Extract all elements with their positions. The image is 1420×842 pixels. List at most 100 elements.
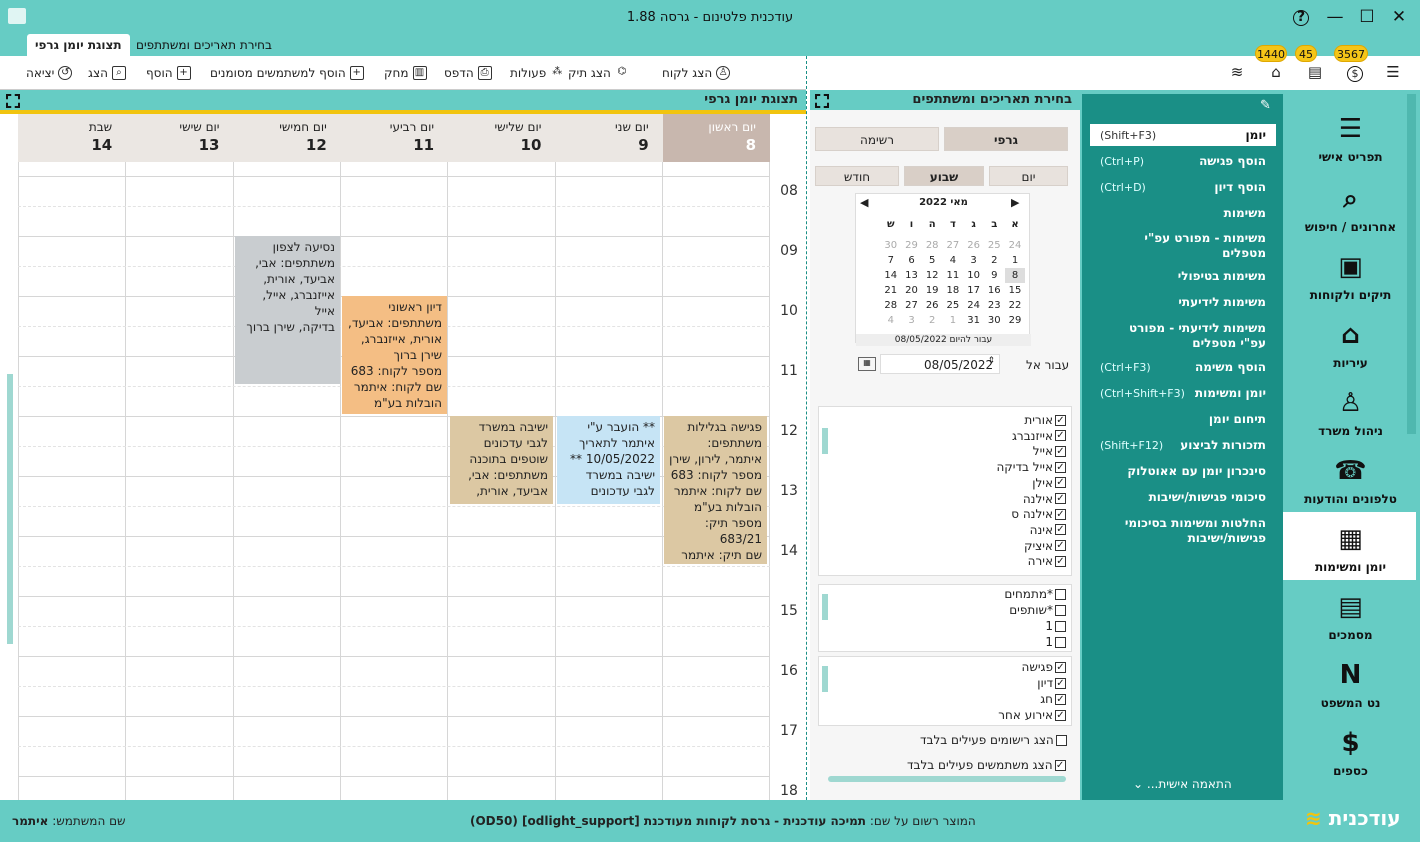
nav-item[interactable]: ▤ מסמכים xyxy=(1285,590,1416,642)
calendar-day[interactable]: 13 xyxy=(902,268,922,283)
checkbox-type[interactable]: ✓ אירוע אחר xyxy=(998,707,1066,723)
menu-hamburger-icon[interactable]: ☰ xyxy=(1383,62,1403,82)
calendar-day[interactable]: 26 xyxy=(922,298,942,313)
calendar-event[interactable]: דיון ראשוני משתתפים: אביעד, אורית, אייזנ… xyxy=(342,296,447,414)
calendar-day[interactable]: 23 xyxy=(984,298,1004,313)
nav-item[interactable]: $ כספים xyxy=(1285,726,1416,778)
menu-item[interactable]: משימות - מפורט עפ"י מטפלים xyxy=(1090,231,1266,261)
checkbox-user[interactable]: ✓ אייל בדיקה xyxy=(996,459,1066,475)
calendar-day[interactable]: 14 xyxy=(881,268,901,283)
calendar-day[interactable]: 16 xyxy=(984,283,1004,298)
stack-icon[interactable]: ≋ xyxy=(1227,62,1247,82)
checkbox-group[interactable]: 1 xyxy=(1045,618,1066,634)
maximize-button[interactable]: ☐ xyxy=(1350,4,1384,30)
calendar-day[interactable]: 24 xyxy=(1005,238,1025,253)
add-marked-users-button[interactable]: + הוסף למשתמשים מסומנים xyxy=(210,64,364,82)
checkbox-user[interactable]: ✓ אילנה ס xyxy=(1011,506,1066,522)
day-header[interactable]: יום שלישי 10 xyxy=(448,114,555,162)
checkbox-user[interactable]: ✓ אילן xyxy=(1032,475,1066,491)
week-button[interactable]: שבוע xyxy=(904,166,984,186)
checkbox-group[interactable]: *מתמחים xyxy=(1004,586,1066,602)
calendar-day[interactable]: 30 xyxy=(881,238,901,253)
calendar-event[interactable]: ** הועבר ע"י איתמר לתאריך 10/05/2022 ** … xyxy=(557,416,660,504)
calendar-day[interactable]: 4 xyxy=(943,253,963,268)
day-header[interactable]: יום שני 9 xyxy=(556,114,663,162)
goto-date-field[interactable]: 08/05/2022 ⇕ xyxy=(880,354,1000,374)
list-view-button[interactable]: רשימה xyxy=(815,127,939,151)
expand-icon[interactable] xyxy=(815,94,829,108)
tab-dates-participants[interactable]: בחירת תאריכים ומשתתפים xyxy=(128,34,280,56)
nav-item[interactable]: ⌂ עיריות xyxy=(1285,318,1416,370)
nav-item[interactable]: ♙ ניהול משרד xyxy=(1285,386,1416,438)
list-scrollbar[interactable] xyxy=(822,428,828,454)
calendar-event[interactable]: פגישה בגלילות משתתפים: איתמר, לירון, שיר… xyxy=(664,416,767,564)
calendar-day[interactable]: 27 xyxy=(943,238,963,253)
checkbox-user[interactable]: ✓ אינה xyxy=(1030,522,1066,538)
day-button[interactable]: יום xyxy=(989,166,1068,186)
day-header[interactable]: יום חמישי 12 xyxy=(234,114,341,162)
expand-icon[interactable] xyxy=(6,94,20,108)
calendar-day[interactable]: 20 xyxy=(902,283,922,298)
menu-item[interactable]: משימות לידיעתי - מפורט עפ"י מטפלים xyxy=(1090,321,1266,351)
goto-today-link[interactable]: עבור להיום 08/05/2022 xyxy=(856,334,1031,346)
calendar-day[interactable]: 25 xyxy=(984,238,1004,253)
calendar-day[interactable]: 29 xyxy=(1005,313,1025,328)
document-icon[interactable]: ▤ xyxy=(1305,62,1325,82)
show-client-button[interactable]: ♙ הצג לקוח xyxy=(662,64,731,82)
calendar-day[interactable]: 1 xyxy=(943,313,963,328)
month-button[interactable]: חודש xyxy=(815,166,899,186)
calendar-day[interactable]: 29 xyxy=(902,238,922,253)
menu-item[interactable]: משימות בטיפולי xyxy=(1090,269,1266,284)
calendar-day[interactable]: 12 xyxy=(922,268,942,283)
print-button[interactable]: ⎙ הדפס xyxy=(444,64,492,82)
nav-item[interactable]: ☰ תפריט אישי xyxy=(1285,112,1416,164)
calendar-day[interactable]: 28 xyxy=(922,238,942,253)
help-button[interactable]: ? xyxy=(1284,4,1318,30)
minimize-button[interactable]: — xyxy=(1318,4,1352,30)
calendar-day[interactable]: 31 xyxy=(964,313,984,328)
menu-item[interactable]: משימות xyxy=(1090,206,1266,221)
nav-item[interactable]: ▣ תיקים ולקוחות xyxy=(1285,250,1416,302)
calendar-day[interactable]: 10 xyxy=(964,268,984,283)
checkbox-user[interactable]: ✓ אירה xyxy=(1028,553,1066,569)
calendar-day[interactable]: 24 xyxy=(964,298,984,313)
calendar-day[interactable]: 4 xyxy=(881,313,901,328)
nav-item[interactable]: ▦ יומן ומשימות xyxy=(1285,522,1416,574)
checkbox-user[interactable]: ✓ אורית xyxy=(1024,412,1066,428)
calendar-day[interactable]: 15 xyxy=(1005,283,1025,298)
calendar-day[interactable]: 26 xyxy=(964,238,984,253)
checkbox-user[interactable]: ✓ אילנה xyxy=(1023,491,1066,507)
calendar-picker-icon[interactable]: ▦ xyxy=(858,357,876,371)
checkbox-user[interactable]: ✓ אייזנברג xyxy=(1012,428,1066,444)
calendar-day[interactable]: 6 xyxy=(902,253,922,268)
calendar-day[interactable]: 21 xyxy=(881,283,901,298)
calendar-day[interactable]: 7 xyxy=(881,253,901,268)
day-header[interactable]: יום רביעי 11 xyxy=(341,114,448,162)
prev-month-icon[interactable]: ▶ xyxy=(1011,196,1019,209)
calendar-day[interactable]: 22 xyxy=(1005,298,1025,313)
list-scrollbar[interactable] xyxy=(822,594,828,620)
nav-item[interactable]: ☎ טלפונים והודעות xyxy=(1285,454,1416,506)
tab-graphic-calendar[interactable]: תצוגת יומן גרפי xyxy=(27,34,130,56)
calendar-day[interactable]: 11 xyxy=(943,268,963,283)
checkbox-type[interactable]: ✓ חג xyxy=(1040,691,1066,707)
close-button[interactable]: ✕ xyxy=(1382,4,1416,30)
calendar-day[interactable]: 17 xyxy=(964,283,984,298)
day-header[interactable]: יום ראשון 8 xyxy=(663,114,770,162)
calendar-day[interactable]: 30 xyxy=(984,313,1004,328)
horizontal-scrollbar[interactable] xyxy=(828,776,1066,782)
calendar-event[interactable]: ישיבה במשרד לגבי עדכונים שוטפים בתוכנה מ… xyxy=(450,416,553,504)
day-header[interactable]: שבת 14 xyxy=(19,114,126,162)
checkbox-user[interactable]: ✓ איציק xyxy=(1024,538,1066,554)
show-file-button[interactable]: ⌬ הצג תיק xyxy=(568,64,629,82)
menu-item[interactable]: סינכרון יומן עם אאוטלוק xyxy=(1090,464,1266,479)
nav-item[interactable]: ⌕ אחרונים / חיפוש xyxy=(1285,182,1416,234)
actions-button[interactable]: ⁂ פעולות xyxy=(510,64,564,82)
checkbox-user[interactable]: ✓ אייל xyxy=(1033,443,1066,459)
personalize-link[interactable]: התאמה אישית... ⌄ xyxy=(1133,777,1232,791)
checkbox-group[interactable]: *שותפים xyxy=(1009,602,1066,618)
calendar-day[interactable]: 2 xyxy=(984,253,1004,268)
calendar-day[interactable]: 27 xyxy=(902,298,922,313)
list-scrollbar[interactable] xyxy=(822,666,828,692)
checkbox-type[interactable]: ✓ דיון xyxy=(1037,675,1066,691)
